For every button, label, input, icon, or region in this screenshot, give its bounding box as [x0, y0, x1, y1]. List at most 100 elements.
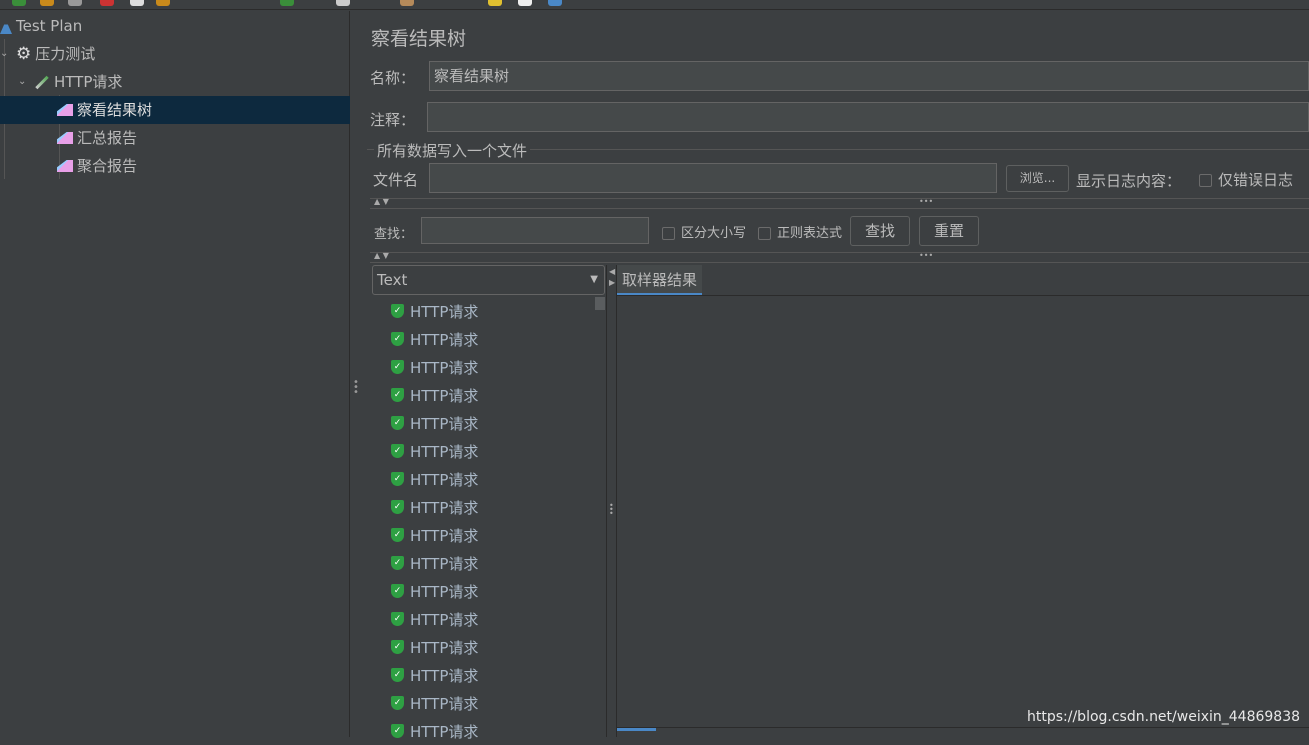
result-item[interactable]: ✓ HTTP请求 — [391, 381, 478, 409]
toolbar-save-icon[interactable] — [68, 0, 82, 6]
checkbox[interactable] — [1199, 174, 1212, 187]
result-item[interactable]: ✓ HTTP请求 — [391, 521, 478, 549]
chevron-down-icon[interactable]: ⌄ — [0, 40, 12, 68]
comment-label: 注释： — [370, 111, 416, 129]
result-item-label: HTTP请求 — [410, 442, 479, 461]
result-item[interactable]: ✓ HTTP请求 — [391, 437, 478, 465]
result-item[interactable]: ✓ HTTP请求 — [391, 717, 478, 745]
split-handle-icon[interactable]: ••• — [609, 502, 614, 518]
success-shield-icon: ✓ — [391, 612, 404, 626]
reset-button[interactable]: 重置 — [919, 216, 979, 246]
toolbar-new-icon[interactable] — [12, 0, 26, 6]
result-item-label: HTTP请求 — [410, 582, 479, 601]
result-item[interactable]: ✓ HTTP请求 — [391, 689, 478, 717]
result-item[interactable]: ✓ HTTP请求 — [391, 633, 478, 661]
tree-item-view-results-tree[interactable]: 察看结果树 — [0, 96, 350, 124]
view-results-tree-panel: 察看结果树 名称： 察看结果树 注释： 所有数据写入一个文件 文件名 浏览...… — [361, 11, 1309, 741]
success-shield-icon: ✓ — [391, 528, 404, 542]
file-group-title: 所有数据写入一个文件 — [374, 140, 531, 161]
watermark: https://blog.csdn.net/weixin_44869838 — [1027, 709, 1301, 725]
log-content-label: 显示日志内容： — [1076, 172, 1182, 190]
success-shield-icon: ✓ — [391, 388, 404, 402]
result-item-label: HTTP请求 — [410, 470, 479, 489]
result-item[interactable]: ✓ HTTP请求 — [391, 325, 478, 353]
split-pane-handle[interactable]: • • • — [353, 378, 359, 398]
result-item-label: HTTP请求 — [410, 358, 479, 377]
tree-item-label: 察看结果树 — [77, 101, 153, 119]
result-item[interactable]: ✓ HTTP请求 — [391, 661, 478, 689]
toolbar-help-icon[interactable] — [518, 0, 532, 6]
toolbar-function-icon[interactable] — [488, 0, 502, 6]
toolbar-open-icon[interactable] — [40, 0, 54, 6]
browse-button[interactable]: 浏览... — [1006, 165, 1069, 192]
result-item[interactable]: ✓ HTTP请求 — [391, 493, 478, 521]
listener-chart-icon — [57, 160, 73, 172]
toolbar-stop-icon[interactable] — [336, 0, 350, 6]
scrollbar-thumb[interactable] — [595, 297, 605, 310]
checkbox[interactable] — [758, 227, 771, 240]
result-item[interactable]: ✓ HTTP请求 — [391, 297, 478, 325]
regex-label: 正则表达式 — [777, 226, 843, 241]
search-input[interactable] — [421, 217, 649, 244]
result-item-label: HTTP请求 — [410, 386, 479, 405]
result-item-label: HTTP请求 — [410, 554, 479, 573]
toolbar-start-icon[interactable] — [280, 0, 294, 6]
chevron-down-icon[interactable]: ⌄ — [18, 68, 30, 96]
horizontal-scrollbar[interactable] — [617, 728, 656, 731]
success-shield-icon: ✓ — [391, 332, 404, 346]
tree-item-thread-group[interactable]: ⌄ ⚙ 压力测试 — [0, 40, 95, 68]
success-shield-icon: ✓ — [391, 444, 404, 458]
result-item[interactable]: ✓ HTTP请求 — [391, 465, 478, 493]
filename-label: 文件名 — [373, 171, 419, 189]
case-sensitive-label: 区分大小写 — [681, 226, 747, 241]
sampler-pipette-icon — [35, 75, 49, 89]
expand-arrows-icon[interactable]: ◀ ▶ — [609, 266, 615, 288]
success-shield-icon: ✓ — [391, 724, 404, 738]
tree-item-label: 汇总报告 — [77, 129, 138, 147]
result-item-label: HTTP请求 — [410, 330, 479, 349]
success-shield-icon: ✓ — [391, 556, 404, 570]
find-button[interactable]: 查找 — [850, 216, 910, 246]
split-handle-icon[interactable]: ••• — [919, 197, 933, 206]
dropdown-arrow-icon: ▼ — [590, 274, 598, 285]
result-item-label: HTTP请求 — [410, 414, 479, 433]
result-item[interactable]: ✓ HTTP请求 — [391, 353, 478, 381]
collapse-arrows-icon[interactable]: ▲ ▼ — [374, 197, 389, 206]
renderer-select[interactable]: Text ▼ — [372, 265, 605, 295]
success-shield-icon: ✓ — [391, 500, 404, 514]
errors-only-checkbox[interactable]: 仅错误日志 — [1199, 169, 1293, 190]
result-item[interactable]: ✓ HTTP请求 — [391, 577, 478, 605]
result-item-label: HTTP请求 — [410, 610, 479, 629]
test-plan-tree: Test Plan ⌄ ⚙ 压力测试 ⌄ HTTP请求 察看结果树 汇总报告 聚… — [0, 11, 350, 737]
result-item[interactable]: ✓ HTTP请求 — [391, 549, 478, 577]
filename-input[interactable] — [429, 163, 997, 193]
thread-group-gear-icon: ⚙ — [16, 44, 32, 64]
result-item-label: HTTP请求 — [410, 694, 479, 713]
tab-sampler-result[interactable]: 取样器结果 — [617, 265, 703, 296]
result-item-label: HTTP请求 — [410, 666, 479, 685]
tree-item-summary-report[interactable]: 汇总报告 — [57, 124, 137, 152]
test-plan-flask-icon — [0, 18, 12, 34]
regex-checkbox[interactable]: 正则表达式 — [758, 222, 842, 241]
result-item-label: HTTP请求 — [410, 638, 479, 657]
comment-input[interactable] — [427, 102, 1309, 132]
split-handle-icon[interactable]: ••• — [919, 251, 933, 260]
toolbar-remote-icon[interactable] — [548, 0, 562, 6]
toolbar-paste-icon[interactable] — [156, 0, 170, 6]
result-item[interactable]: ✓ HTTP请求 — [391, 605, 478, 633]
name-input[interactable]: 察看结果树 — [429, 61, 1309, 91]
success-shield-icon: ✓ — [391, 360, 404, 374]
case-sensitive-checkbox[interactable]: 区分大小写 — [662, 222, 746, 241]
success-shield-icon: ✓ — [391, 472, 404, 486]
tree-item-test-plan[interactable]: Test Plan — [0, 12, 82, 40]
toolbar-clear-icon[interactable] — [400, 0, 414, 6]
result-item[interactable]: ✓ HTTP请求 — [391, 409, 478, 437]
toolbar-cut-icon[interactable] — [100, 0, 114, 6]
collapse-arrows-icon[interactable]: ▲ ▼ — [374, 251, 389, 260]
tree-item-aggregate-report[interactable]: 聚合报告 — [57, 152, 137, 180]
tree-item-http-sampler[interactable]: ⌄ HTTP请求 — [18, 68, 122, 96]
success-shield-icon: ✓ — [391, 416, 404, 430]
toolbar-copy-icon[interactable] — [130, 0, 144, 6]
tree-item-label: Test Plan — [16, 17, 83, 35]
checkbox[interactable] — [662, 227, 675, 240]
